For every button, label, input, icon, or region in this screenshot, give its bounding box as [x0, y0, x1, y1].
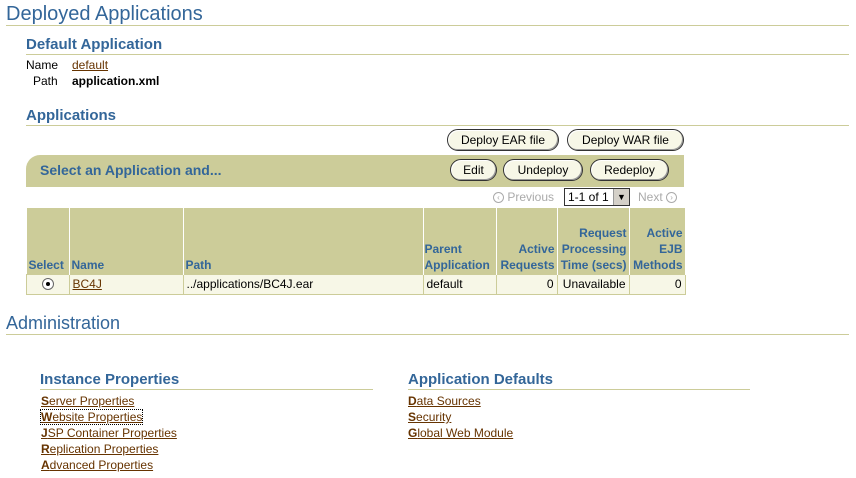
next-label: Next [638, 190, 663, 204]
active-requests-cell: 0 [495, 273, 558, 295]
col-processing-time: Request Processing Time (secs) [557, 208, 630, 274]
application-defaults-divider [408, 389, 750, 390]
action-bar-title: Select an Application and... [40, 162, 222, 178]
path-value: application.xml [72, 74, 160, 88]
replication-properties-link[interactable]: Replication Properties [41, 442, 158, 456]
applications-divider [26, 125, 849, 126]
next-icon: › [666, 192, 678, 204]
edit-label: Edit [463, 163, 484, 177]
next-link: Next › [638, 190, 678, 205]
select-cell [26, 273, 70, 295]
range-value: 1-1 of 1 [568, 190, 609, 204]
table-row: BC4J ../applications/BC4J.ear default 0 … [26, 273, 686, 295]
col-parent-application: Parent Application [423, 208, 497, 274]
data-sources-link[interactable]: Data Sources [408, 394, 481, 408]
col-select: Select [26, 208, 70, 274]
applications-table: Select Name Path Parent Application Acti… [26, 208, 686, 295]
col-active-requests: Active Requests [496, 208, 558, 274]
administration-title: Administration [6, 313, 121, 333]
previous-link: ‹ Previous [493, 190, 554, 205]
deploy-war-label: Deploy WAR file [582, 133, 669, 147]
deploy-war-button[interactable]: Deploy WAR file [567, 129, 684, 151]
name-label: Name [26, 58, 59, 72]
deploy-ear-label: Deploy EAR file [460, 133, 546, 147]
redeploy-label: Redeploy [604, 163, 655, 177]
redeploy-button[interactable]: Redeploy [590, 159, 669, 181]
undeploy-button[interactable]: Undeploy [503, 159, 583, 181]
security-link[interactable]: Security [408, 410, 451, 424]
instance-properties-divider [40, 389, 373, 390]
dropdown-arrow-icon: ▼ [613, 189, 629, 205]
deploy-ear-button[interactable]: Deploy EAR file [447, 129, 559, 151]
col-path: Path [183, 208, 424, 274]
default-app-name-link[interactable]: default [72, 58, 108, 72]
path-label: Path [33, 74, 58, 88]
range-select[interactable]: 1-1 of 1 ▼ [564, 188, 630, 206]
processing-time-cell: Unavailable [556, 273, 630, 295]
application-defaults-heading: Application Defaults [408, 371, 554, 388]
applications-heading: Applications [26, 107, 117, 124]
select-radio[interactable] [41, 278, 54, 291]
parent-cell: default [422, 273, 497, 295]
edit-button[interactable]: Edit [450, 159, 497, 181]
administration-divider [6, 334, 849, 335]
page-title: Deployed Applications [6, 3, 203, 25]
col-name: Name [69, 208, 184, 274]
previous-label: Previous [507, 190, 555, 204]
jsp-container-properties-link[interactable]: JSP Container Properties [41, 426, 177, 440]
ejb-methods-cell: 0 [628, 273, 686, 295]
default-app-heading: Default Application [26, 36, 163, 53]
advanced-properties-link[interactable]: Advanced Properties [41, 458, 153, 472]
name-cell: BC4J [68, 273, 184, 295]
app-name-link[interactable]: BC4J [73, 277, 102, 291]
instance-properties-heading: Instance Properties [40, 371, 180, 388]
server-properties-link[interactable]: Server Properties [41, 394, 134, 408]
col-active-ejb-methods: Active EJB Methods [629, 208, 686, 274]
global-web-module-link[interactable]: Global Web Module [408, 426, 513, 440]
title-divider [6, 25, 849, 26]
path-cell: ../applications/BC4J.ear [182, 273, 424, 295]
undeploy-label: Undeploy [517, 163, 569, 177]
website-properties-link[interactable]: Website Properties [39, 409, 144, 425]
default-app-divider [26, 54, 849, 55]
previous-icon: ‹ [493, 192, 504, 204]
